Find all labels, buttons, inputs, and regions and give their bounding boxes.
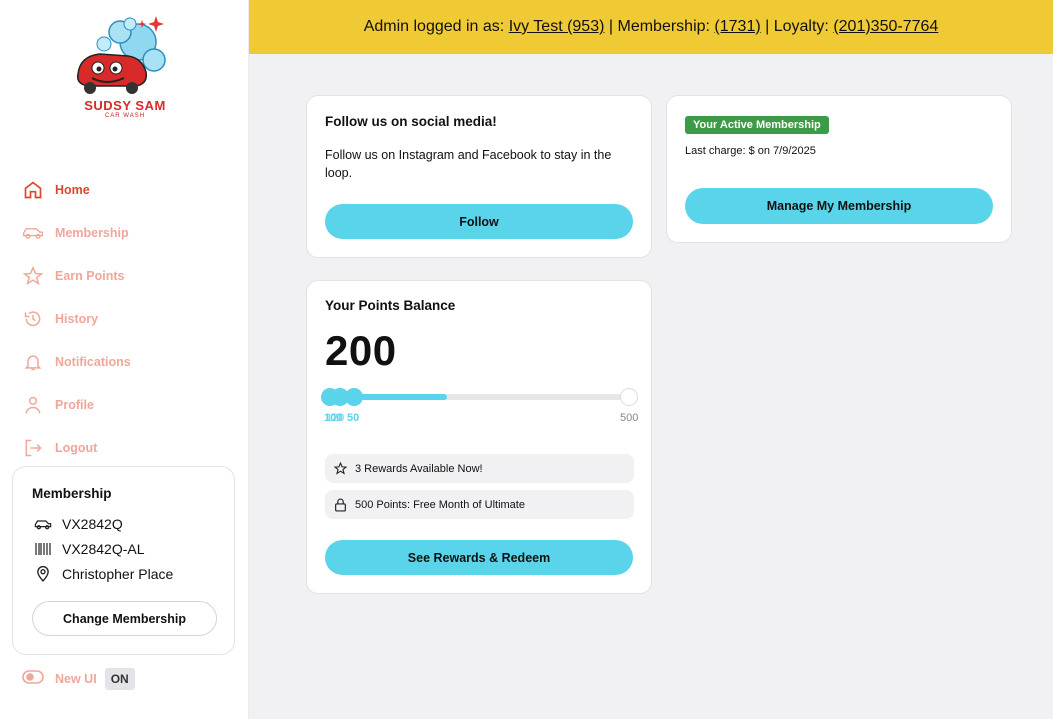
loyalty-label: | Loyalty: (765, 18, 829, 35)
logo-icon (76, 16, 166, 94)
sidebar-item-profile[interactable]: Profile (22, 383, 237, 426)
membership-plate: VX2842Q (62, 516, 123, 532)
points-balance-card: Your Points Balance 200 100 120 50 500 3… (306, 280, 652, 594)
membership-barcode: VX2842Q-AL (62, 541, 145, 557)
loyalty-phone-link[interactable]: (201)350-7764 (833, 18, 938, 36)
social-media-card: Follow us on social media! Follow us on … (306, 95, 652, 258)
car-icon (33, 518, 53, 531)
locked-reward-pill: 500 Points: Free Month of Ultimate (325, 490, 634, 519)
progress-tick-120: 120 (326, 412, 345, 424)
sidebar-item-earn-points[interactable]: Earn Points (22, 254, 237, 297)
progress-marker-50 (345, 388, 363, 406)
sidebar-item-notifications[interactable]: Notifications (22, 340, 237, 383)
new-ui-state-badge[interactable]: ON (104, 668, 135, 690)
points-balance-value: 200 (325, 327, 397, 374)
social-card-text: Follow us on Instagram and Facebook to s… (325, 148, 612, 180)
rewards-available-pill[interactable]: 3 Rewards Available Now! (325, 454, 634, 483)
star-icon (325, 462, 355, 475)
membership-barcode-row: VX2842Q-AL (33, 541, 145, 557)
new-ui-label: New UI (55, 672, 97, 686)
sidebar-item-membership[interactable]: Membership (22, 211, 237, 254)
membership-plate-row: VX2842Q (33, 516, 123, 532)
admin-banner: Admin logged in as: Ivy Test (953) | Mem… (249, 0, 1053, 54)
active-membership-badge: Your Active Membership (685, 116, 829, 134)
logout-icon (22, 437, 44, 459)
points-progress-bar (321, 388, 638, 406)
admin-user-link[interactable]: Ivy Test (953) (509, 18, 605, 36)
star-icon (22, 265, 44, 287)
sidebar-item-label: History (55, 311, 99, 326)
see-rewards-button[interactable]: See Rewards & Redeem (325, 540, 633, 575)
points-card-title: Your Points Balance (325, 298, 456, 313)
car-icon (22, 222, 44, 244)
progress-tick-500: 500 (620, 412, 639, 424)
bell-icon (22, 351, 44, 373)
brand-tagline: CAR WASH (104, 113, 146, 119)
location-pin-icon (33, 566, 53, 582)
membership-location: Christopher Place (62, 566, 174, 582)
sidebar-item-logout[interactable]: Logout (22, 426, 237, 469)
user-icon (22, 394, 44, 416)
sidebar-nav: Home Membership Earn Points History Noti… (22, 168, 237, 469)
membership-id-link[interactable]: (1731) (714, 18, 760, 36)
social-card-title: Follow us on social media! (325, 114, 497, 129)
toggle-icon[interactable] (22, 669, 44, 689)
sidebar-item-home[interactable]: Home (22, 168, 237, 211)
sidebar-item-label: Notifications (55, 354, 131, 369)
manage-membership-button[interactable]: Manage My Membership (685, 188, 993, 224)
membership-label: | Membership: (608, 18, 710, 35)
sidebar-item-label: Home (55, 182, 90, 197)
last-charge-text: Last charge: $ on 7/9/2025 (685, 145, 816, 157)
locked-reward-text: 500 Points: Free Month of Ultimate (355, 498, 525, 511)
progress-tick-50: 50 (347, 412, 360, 424)
brand-logo[interactable]: SUDSY SAM CAR WASH (70, 12, 180, 122)
admin-prefix: Admin logged in as: (363, 18, 505, 35)
membership-card: Membership VX2842Q VX2842Q-AL Christophe… (12, 466, 235, 655)
home-icon (22, 179, 44, 201)
follow-button[interactable]: Follow (325, 204, 633, 239)
sidebar: SUDSY SAM CAR WASH Home Membership Earn … (0, 0, 249, 719)
change-membership-button[interactable]: Change Membership (32, 601, 217, 636)
sidebar-item-history[interactable]: History (22, 297, 237, 340)
sidebar-item-label: Profile (55, 397, 94, 412)
membership-location-row: Christopher Place (33, 566, 173, 582)
lock-icon (325, 498, 355, 512)
history-icon (22, 308, 44, 330)
progress-marker-500 (620, 388, 638, 406)
sidebar-item-label: Membership (55, 225, 129, 240)
rewards-available-text: 3 Rewards Available Now! (355, 462, 483, 475)
sidebar-item-label: Logout (55, 440, 98, 455)
active-membership-card: Your Active Membership Last charge: $ on… (666, 95, 1012, 243)
barcode-icon (33, 543, 53, 555)
membership-card-title: Membership (32, 486, 112, 501)
new-ui-toggle-row[interactable]: New UI ON (22, 668, 135, 690)
sidebar-item-label: Earn Points (55, 268, 125, 283)
brand-name: SUDSY SAM (84, 98, 166, 113)
